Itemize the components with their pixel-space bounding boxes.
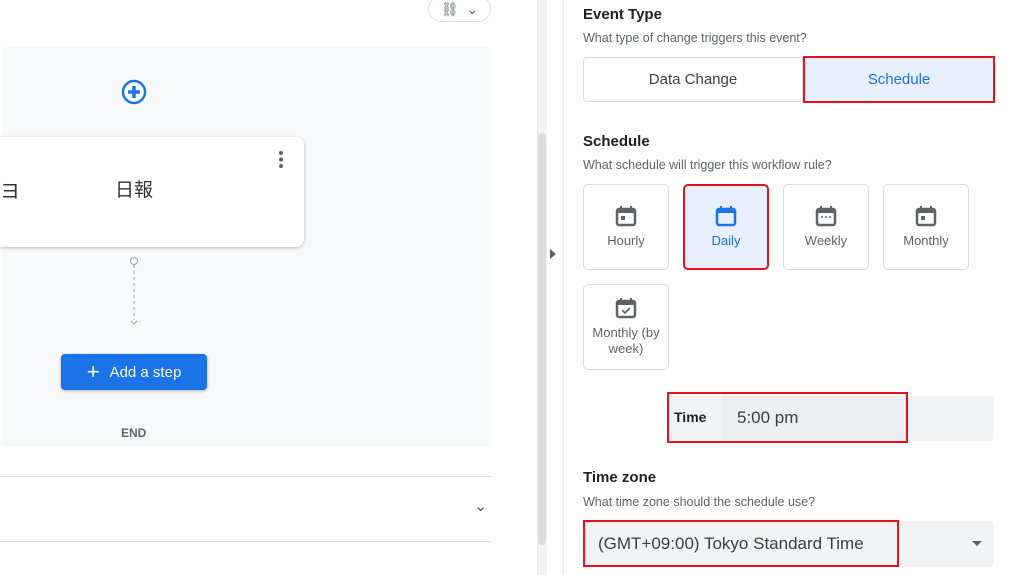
end-label: END — [121, 426, 147, 440]
divider — [0, 476, 491, 477]
event-type-description: What type of change triggers this event? — [583, 31, 807, 45]
step-title: 日報 — [115, 180, 154, 201]
calendar-dot-icon — [615, 206, 637, 227]
calendar-week-icon — [815, 206, 837, 227]
calendar-icon — [715, 206, 737, 227]
scrollbar-thumb[interactable] — [538, 133, 546, 545]
schedule-weekly[interactable]: Weekly — [783, 184, 869, 270]
link-toggle-button[interactable]: ⛓ ⌄ — [428, 0, 491, 22]
more-vert-icon[interactable] — [277, 150, 285, 170]
schedule-monthly[interactable]: Monthly — [883, 184, 969, 270]
schedule-daily[interactable]: Daily — [683, 184, 769, 270]
add-step-button[interactable]: + Add a step — [61, 354, 207, 390]
link-off-icon: ⛓ — [440, 0, 459, 17]
calendar-check-icon — [615, 298, 637, 319]
schedule-hourly[interactable]: Hourly — [583, 184, 669, 270]
plus-icon: + — [86, 359, 100, 384]
dropdown-arrow-icon[interactable] — [972, 541, 982, 546]
divider — [0, 541, 491, 542]
schedule-monthly-by-week[interactable]: Monthly (by week) — [583, 284, 669, 370]
workflow-step-card[interactable]: ヨ 日報 — [0, 137, 304, 247]
chevron-down-icon[interactable]: ⌄ — [474, 496, 487, 516]
chevron-down-icon: ⌄ — [466, 0, 479, 17]
timezone-description: What time zone should the schedule use? — [583, 495, 816, 509]
schedule-heading: Schedule — [583, 133, 650, 150]
timezone-value[interactable]: (GMT+09:00) Tokyo Standard Time — [583, 520, 899, 567]
panel-divider — [563, 0, 564, 575]
event-type-data-change[interactable]: Data Change — [583, 57, 803, 102]
event-type-heading: Event Type — [583, 6, 662, 23]
schedule-description: What schedule will trigger this workflow… — [583, 158, 832, 172]
add-circle-icon[interactable] — [121, 79, 147, 105]
step-icon-partial: ヨ — [0, 181, 20, 203]
connector-line — [130, 257, 138, 325]
calendar-dot-icon — [915, 206, 937, 227]
timezone-heading: Time zone — [583, 469, 657, 486]
time-input[interactable]: 5:00 pm — [722, 396, 906, 441]
event-type-schedule[interactable]: Schedule — [803, 56, 995, 103]
time-label: Time — [674, 409, 707, 425]
collapse-panel-icon[interactable] — [550, 249, 556, 259]
